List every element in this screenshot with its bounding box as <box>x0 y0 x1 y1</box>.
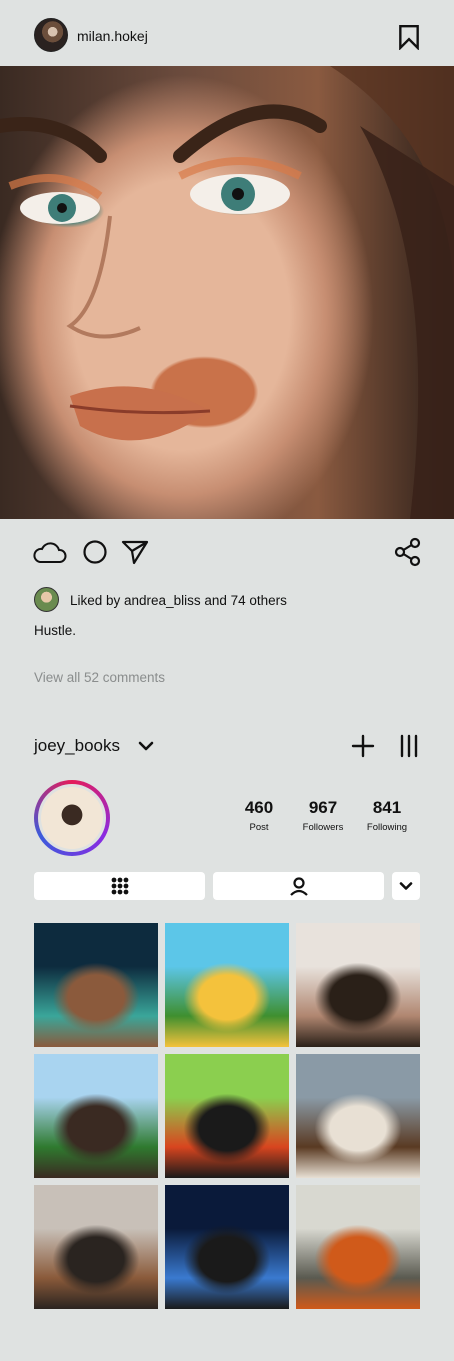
stat-followers-label: Followers <box>302 822 344 833</box>
plus-icon[interactable] <box>350 733 376 759</box>
rooster-sunglasses-thumbnail[interactable] <box>165 1054 289 1178</box>
tab-grid[interactable] <box>34 872 205 900</box>
bookmark-icon[interactable] <box>396 24 422 50</box>
username[interactable]: milan.hokej <box>77 28 148 44</box>
post-caption: Hustle. <box>34 623 77 638</box>
woman-phone-thumbnail[interactable] <box>34 1185 158 1309</box>
send-icon[interactable] <box>117 534 153 570</box>
columns-menu-icon[interactable] <box>396 733 422 759</box>
post-image[interactable] <box>0 66 454 519</box>
profile-avatar[interactable] <box>34 780 110 856</box>
stat-followers[interactable]: 967 Followers <box>293 798 353 833</box>
user-avatar[interactable] <box>34 18 68 52</box>
stat-posts-label: Post <box>249 822 269 833</box>
tab-tagged[interactable] <box>213 872 384 900</box>
portrait-photo-icon <box>0 66 454 519</box>
sports-bar-thumbnail[interactable] <box>165 1185 289 1309</box>
share-icon[interactable] <box>390 534 426 570</box>
profile-avatar-frame <box>38 784 106 852</box>
grid-icon <box>111 877 128 895</box>
monk-temple-thumbnail[interactable] <box>296 1185 420 1309</box>
profile-photo <box>41 787 103 849</box>
platformer-game-thumbnail[interactable] <box>165 923 289 1047</box>
view-comments-link[interactable]: View all 52 comments <box>34 670 165 685</box>
stat-following-label: Following <box>366 822 408 833</box>
stat-following[interactable]: 841 Following <box>357 798 417 833</box>
woman-portrait-thumbnail[interactable] <box>296 923 420 1047</box>
stat-posts-value: 460 <box>244 798 274 817</box>
stat-followers-value: 967 <box>308 798 338 817</box>
likes-text[interactable]: Liked by andrea_bliss and 74 others <box>70 593 287 608</box>
liker-avatar[interactable] <box>34 587 59 612</box>
cloud-icon[interactable] <box>32 534 68 570</box>
tab-more[interactable] <box>392 872 420 900</box>
tagged-user-icon <box>289 877 308 896</box>
stat-posts[interactable]: 460 Post <box>229 798 289 833</box>
pixel-temple-thumbnail[interactable] <box>34 923 158 1047</box>
chevron-down-icon <box>399 882 413 890</box>
stat-following-value: 841 <box>372 798 402 817</box>
stadium-thumbnail[interactable] <box>34 1054 158 1178</box>
horse-face-thumbnail[interactable] <box>296 1054 420 1178</box>
profile-username[interactable]: joey_books <box>34 736 120 756</box>
chevron-down-icon[interactable] <box>136 736 156 756</box>
circle-icon[interactable] <box>77 534 113 570</box>
